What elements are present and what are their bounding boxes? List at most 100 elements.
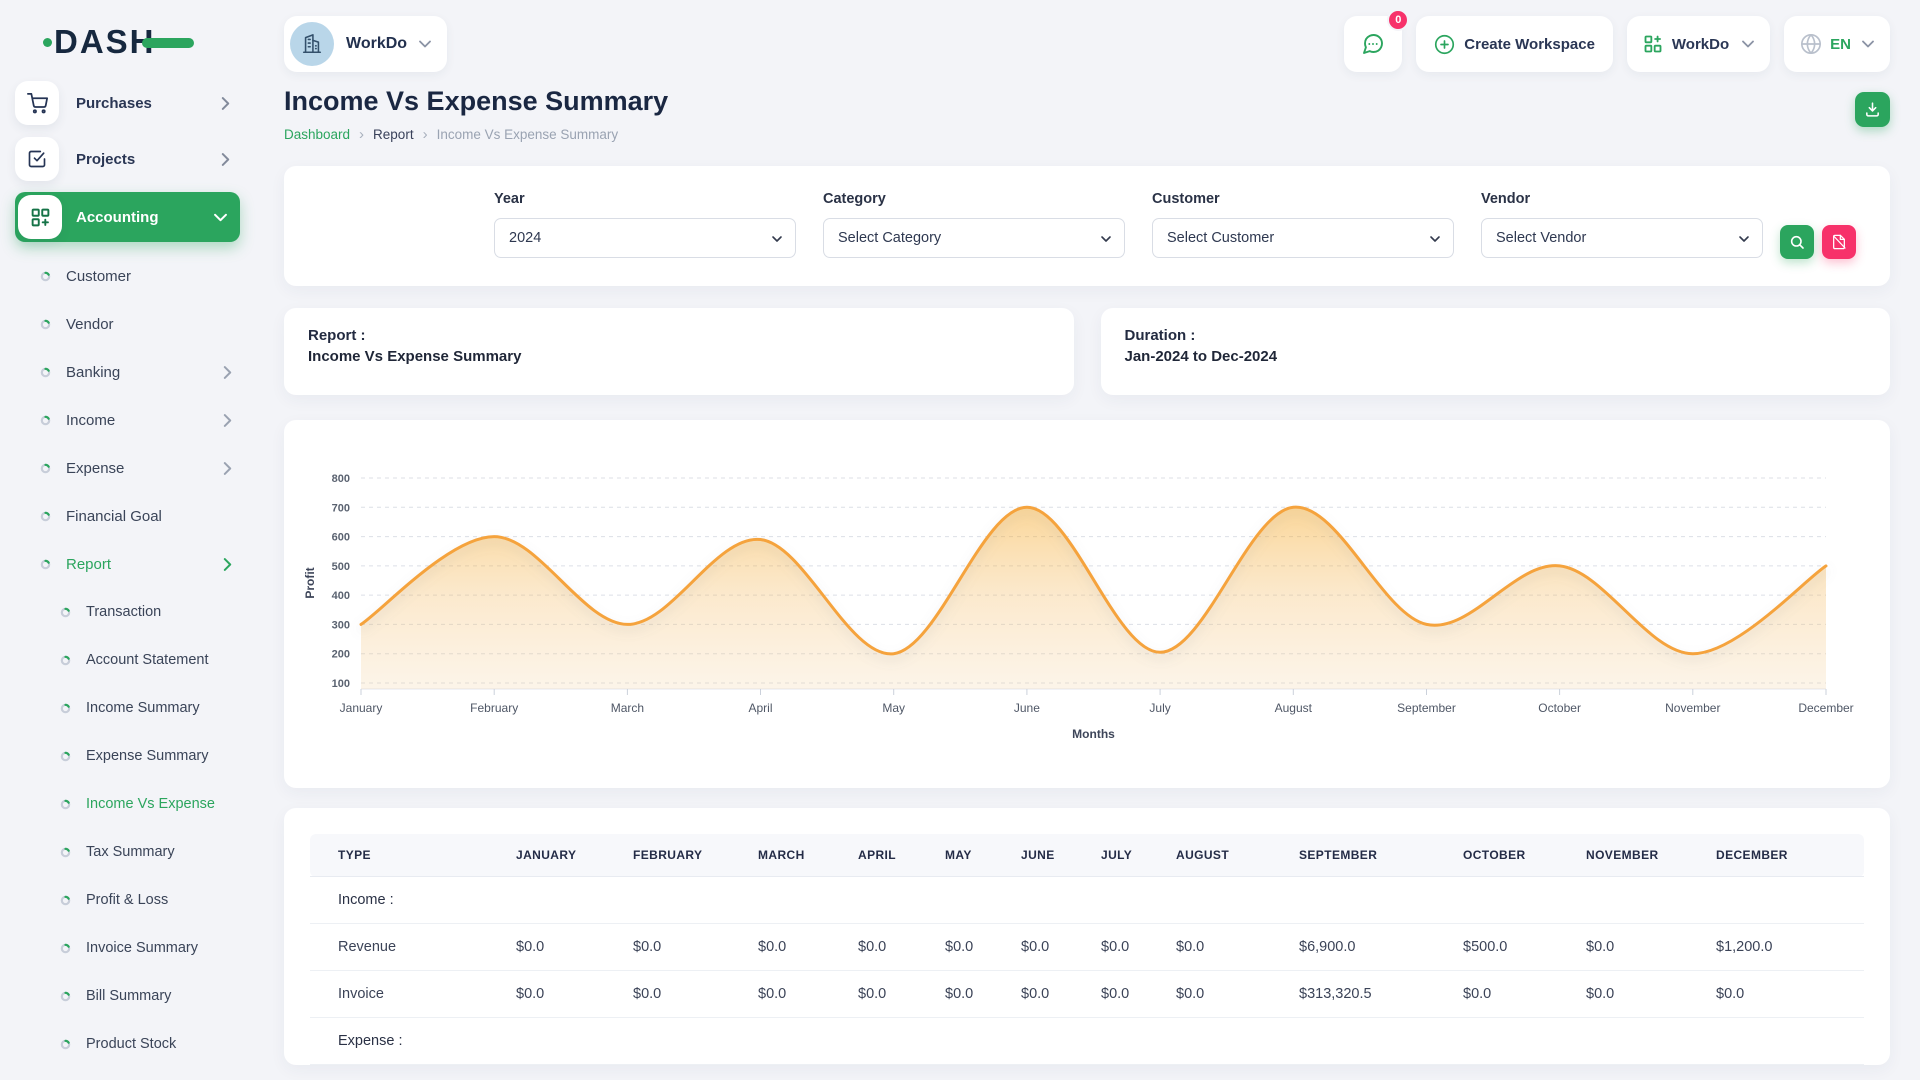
column-header: DECEMBER xyxy=(1706,834,1864,877)
report-summary-card: Report : Income Vs Expense Summary xyxy=(284,308,1074,395)
svg-text:February: February xyxy=(470,701,518,715)
sidebar-item-report[interactable]: Report xyxy=(15,540,240,588)
chevron-down-icon xyxy=(214,213,227,222)
sidebar-item-label: Expense Summary xyxy=(86,748,209,764)
cell-value: $0.0 xyxy=(1576,924,1706,971)
cell-value: $0.0 xyxy=(848,971,935,1018)
messages-count-badge: 0 xyxy=(1387,9,1409,31)
app-switcher[interactable]: WorkDo xyxy=(1627,16,1770,72)
sidebar-item-income-vs-expense[interactable]: Income Vs Expense xyxy=(15,780,240,828)
column-header: OCTOBER xyxy=(1453,834,1576,877)
sidebar-item-accounting[interactable]: Accounting xyxy=(15,192,240,242)
chevron-down-icon xyxy=(1738,232,1750,249)
table-row: Revenue$0.0$0.0$0.0$0.0$0.0$0.0$0.0$0.0$… xyxy=(310,924,1864,971)
svg-text:December: December xyxy=(1798,701,1853,715)
cell-value: $0.0 xyxy=(1706,971,1864,1018)
breadcrumb-report[interactable]: Report xyxy=(373,127,414,142)
bullet-icon xyxy=(40,463,51,474)
sidebar-item-label: Financial Goal xyxy=(66,508,162,525)
sidebar-item-expense[interactable]: Expense xyxy=(15,444,240,492)
svg-text:September: September xyxy=(1397,701,1456,715)
topbar-actions: 0 Create Workspace WorkDo xyxy=(1344,16,1890,72)
sidebar-item-projects[interactable]: Projects xyxy=(15,136,240,182)
sidebar-item-expense-summary[interactable]: Expense Summary xyxy=(15,732,240,780)
sidebar-item-invoice-summary[interactable]: Invoice Summary xyxy=(15,924,240,972)
sidebar-item-label: Income Vs Expense xyxy=(86,796,215,812)
sidebar-item-label: Banking xyxy=(66,364,120,381)
language-selector[interactable]: EN xyxy=(1784,16,1890,72)
report-table: TYPEJANUARYFEBRUARYMARCHAPRILMAYJUNEJULY… xyxy=(310,834,1864,1065)
section-label: Expense : xyxy=(310,1018,1864,1065)
sidebar-item-transaction[interactable]: Transaction xyxy=(15,588,240,636)
column-header: MAY xyxy=(935,834,1011,877)
page-title: Income Vs Expense Summary xyxy=(284,86,668,117)
customer-label: Customer xyxy=(1152,191,1454,207)
breadcrumb-dashboard[interactable]: Dashboard xyxy=(284,127,350,142)
sidebar-item-label: Profit & Loss xyxy=(86,892,168,908)
bullet-icon xyxy=(60,847,71,858)
cell-value: $0.0 xyxy=(623,971,748,1018)
workspace-avatar xyxy=(290,22,334,66)
year-select-value: 2024 xyxy=(509,230,541,246)
app-root: DASH Purchases Projects xyxy=(0,0,1920,1080)
chevron-right-icon xyxy=(221,153,230,166)
cell-value: $500.0 xyxy=(1453,924,1576,971)
cell-value: $0.0 xyxy=(935,924,1011,971)
download-report-button[interactable] xyxy=(1855,92,1890,127)
row-label: Invoice xyxy=(310,971,506,1018)
filter-category: Category Select Category xyxy=(823,191,1125,262)
sidebar-item-banking[interactable]: Banking xyxy=(15,348,240,396)
table-section-row: Expense : xyxy=(310,1018,1864,1065)
chevron-down-icon xyxy=(1742,40,1754,48)
customer-select-value: Select Customer xyxy=(1167,230,1274,246)
chat-icon xyxy=(1361,32,1385,56)
sidebar-item-income[interactable]: Income xyxy=(15,396,240,444)
bullet-icon xyxy=(60,991,71,1002)
sidebar-item-label: Purchases xyxy=(76,95,152,112)
sidebar-item-financial-goal[interactable]: Financial Goal xyxy=(15,492,240,540)
sidebar-item-vendor[interactable]: Vendor xyxy=(15,300,240,348)
section-label: Income : xyxy=(310,877,1864,924)
customer-select[interactable]: Select Customer xyxy=(1152,218,1454,258)
svg-text:June: June xyxy=(1014,701,1040,715)
cell-value: $1,200.0 xyxy=(1706,924,1864,971)
workspace-name: WorkDo xyxy=(346,35,407,53)
year-select[interactable]: 2024 xyxy=(494,218,796,258)
sidebar-item-bill-summary[interactable]: Bill Summary xyxy=(15,972,240,1020)
bullet-icon xyxy=(60,751,71,762)
sidebar-item-tax-summary[interactable]: Tax Summary xyxy=(15,828,240,876)
chevron-right-icon xyxy=(221,97,230,110)
filter-customer: Customer Select Customer xyxy=(1152,191,1454,262)
sidebar-item-product-stock[interactable]: Product Stock xyxy=(15,1020,240,1068)
summary-cards: Report : Income Vs Expense Summary Durat… xyxy=(284,308,1890,395)
vendor-select[interactable]: Select Vendor xyxy=(1481,218,1763,258)
sidebar-item-account-statement[interactable]: Account Statement xyxy=(15,636,240,684)
workspace-selector[interactable]: WorkDo xyxy=(284,16,447,72)
duration-card-value: Jan-2024 to Dec-2024 xyxy=(1125,348,1867,365)
svg-text:800: 800 xyxy=(332,473,350,485)
chevron-down-icon xyxy=(1862,40,1874,48)
sidebar-item-customer[interactable]: Customer xyxy=(15,252,240,300)
create-workspace-button[interactable]: Create Workspace xyxy=(1416,16,1613,72)
reset-filter-button[interactable] xyxy=(1822,225,1856,259)
bullet-icon xyxy=(60,607,71,618)
cell-value: $0.0 xyxy=(1011,971,1091,1018)
bullet-icon xyxy=(40,367,51,378)
y-axis-title: Profit xyxy=(303,567,317,598)
filter-year: Year 2024 xyxy=(494,191,796,262)
svg-text:July: July xyxy=(1149,701,1170,715)
messages-button[interactable]: 0 xyxy=(1344,16,1402,72)
bullet-icon xyxy=(40,559,51,570)
svg-text:500: 500 xyxy=(332,561,350,573)
report-table-panel: TYPEJANUARYFEBRUARYMARCHAPRILMAYJUNEJULY… xyxy=(284,808,1890,1065)
sidebar-item-income-summary[interactable]: Income Summary xyxy=(15,684,240,732)
category-select[interactable]: Select Category xyxy=(823,218,1125,258)
sidebar-item-cash-flow[interactable]: Cash Flow xyxy=(15,1068,240,1080)
download-icon xyxy=(1864,101,1881,118)
topbar: WorkDo 0 Create Workspace xyxy=(284,16,1890,72)
tasks-icon xyxy=(15,137,59,181)
apply-filter-button[interactable] xyxy=(1780,225,1814,259)
chevron-down-icon xyxy=(771,232,783,249)
sidebar-item-profit-loss[interactable]: Profit & Loss xyxy=(15,876,240,924)
sidebar-item-purchases[interactable]: Purchases xyxy=(15,80,240,126)
